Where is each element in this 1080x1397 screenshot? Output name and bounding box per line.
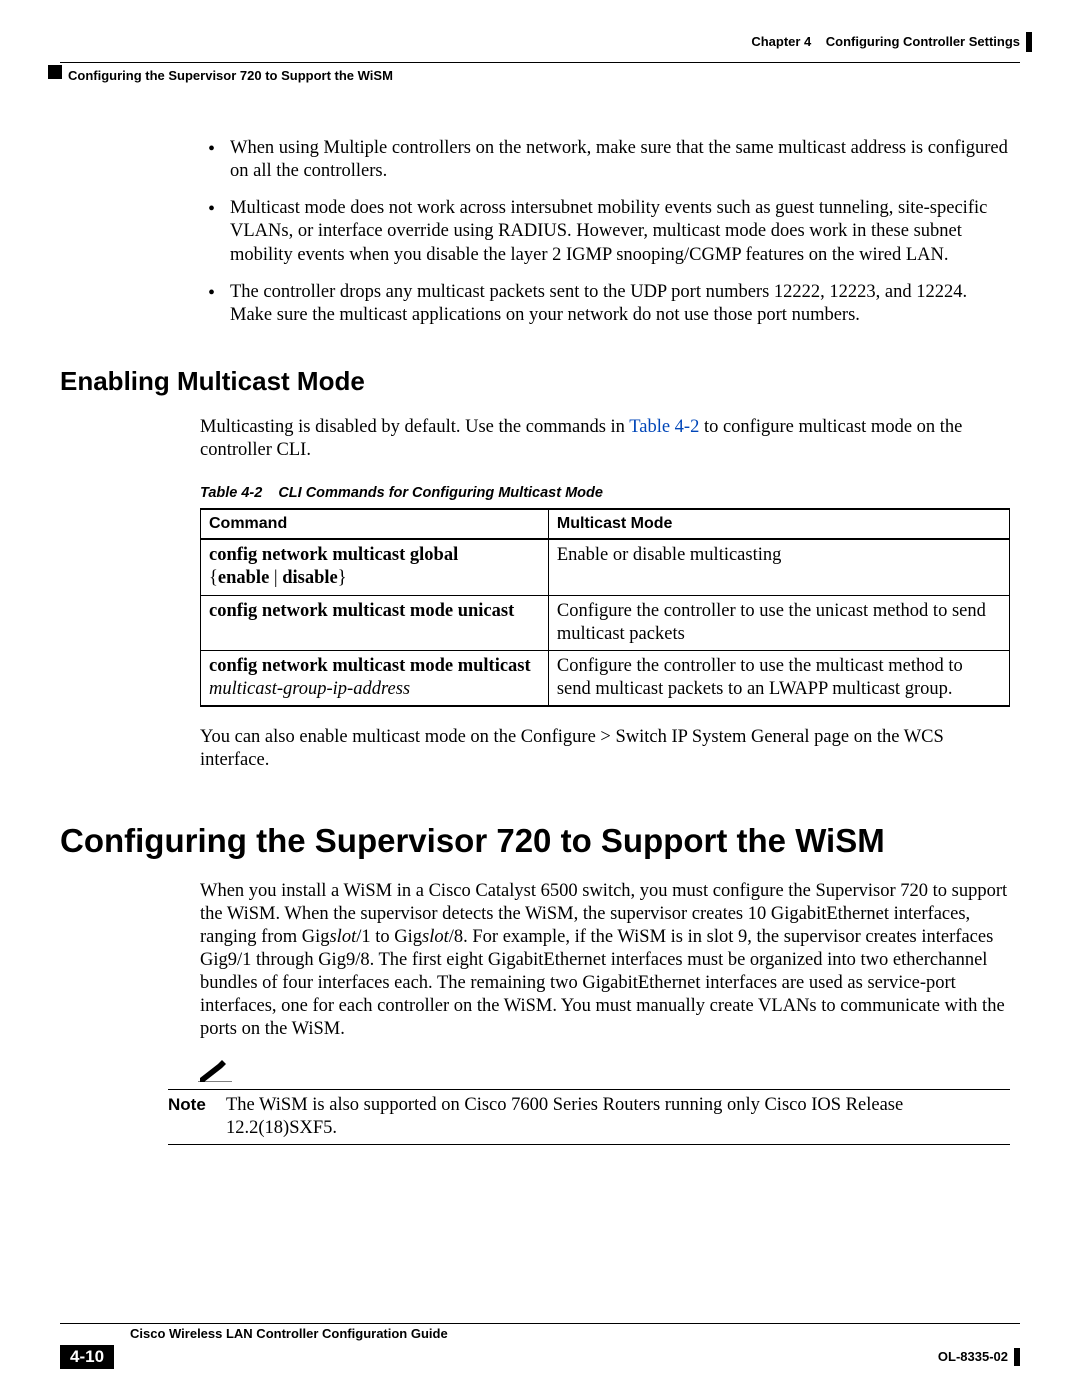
header-edge-marker xyxy=(1026,32,1032,52)
table-ref-link[interactable]: Table 4-2 xyxy=(629,417,699,437)
cell-desc: Enable or disable multicasting xyxy=(548,539,1009,595)
list-item: The controller drops any multicast packe… xyxy=(200,281,1010,327)
table-number: Table 4-2 xyxy=(200,485,262,501)
subheader-box-icon xyxy=(48,65,62,79)
list-item: When using Multiple controllers on the n… xyxy=(200,137,1010,183)
after-table-text: You can also enable multicast mode on th… xyxy=(200,726,1010,772)
chapter-number: Chapter 4 xyxy=(751,34,811,49)
table-row: config network multicast global{enable |… xyxy=(201,539,1010,595)
cell-command: config network multicast mode multicastm… xyxy=(201,650,549,706)
bullet-list: When using Multiple controllers on the n… xyxy=(200,137,1010,327)
table-caption: Table 4-2 CLI Commands for Configuring Mu… xyxy=(200,484,1010,502)
table-row: config network multicast mode unicast Co… xyxy=(201,595,1010,650)
running-header: Chapter 4 Configuring Controller Setting… xyxy=(60,34,1020,60)
section-heading-supervisor: Configuring the Supervisor 720 to Suppor… xyxy=(60,820,1020,861)
supervisor-body: When you install a WiSM in a Cisco Catal… xyxy=(200,880,1010,1042)
cell-desc: Configure the controller to use the mult… xyxy=(548,650,1009,706)
table-header-command: Command xyxy=(201,509,549,539)
table-header-mode: Multicast Mode xyxy=(548,509,1009,539)
cell-command: config network multicast mode unicast xyxy=(201,595,549,650)
cell-command: config network multicast global{enable |… xyxy=(201,539,549,595)
pencil-icon xyxy=(198,1060,1010,1089)
note-text: The WiSM is also supported on Cisco 7600… xyxy=(226,1094,1010,1140)
guide-title: Cisco Wireless LAN Controller Configurat… xyxy=(60,1324,1020,1341)
list-item: Multicast mode does not work across inte… xyxy=(200,197,1010,266)
doc-id: OL-8335-02 xyxy=(938,1349,1008,1364)
table-row: config network multicast mode multicastm… xyxy=(201,650,1010,706)
note-label: Note xyxy=(168,1094,226,1140)
section-heading-enable-multicast: Enabling Multicast Mode xyxy=(60,365,1020,398)
page-number: 4-10 xyxy=(60,1345,114,1369)
section-intro: Multicasting is disabled by default. Use… xyxy=(200,416,1010,462)
footer-edge-marker xyxy=(1014,1348,1020,1366)
breadcrumb: Configuring the Supervisor 720 to Suppor… xyxy=(68,68,393,83)
chapter-title: Configuring Controller Settings xyxy=(826,34,1020,49)
intro-text-a: Multicasting is disabled by default. Use… xyxy=(200,417,629,437)
command-table: Command Multicast Mode config network mu… xyxy=(200,508,1010,707)
cell-desc: Configure the controller to use the unic… xyxy=(548,595,1009,650)
page-footer: Cisco Wireless LAN Controller Configurat… xyxy=(60,1323,1020,1369)
chapter-header: Chapter 4 Configuring Controller Setting… xyxy=(751,34,1020,49)
note-block: Note The WiSM is also supported on Cisco… xyxy=(168,1060,1010,1145)
subheader: Configuring the Supervisor 720 to Suppor… xyxy=(60,62,1020,85)
table-title: CLI Commands for Configuring Multicast M… xyxy=(278,485,603,501)
